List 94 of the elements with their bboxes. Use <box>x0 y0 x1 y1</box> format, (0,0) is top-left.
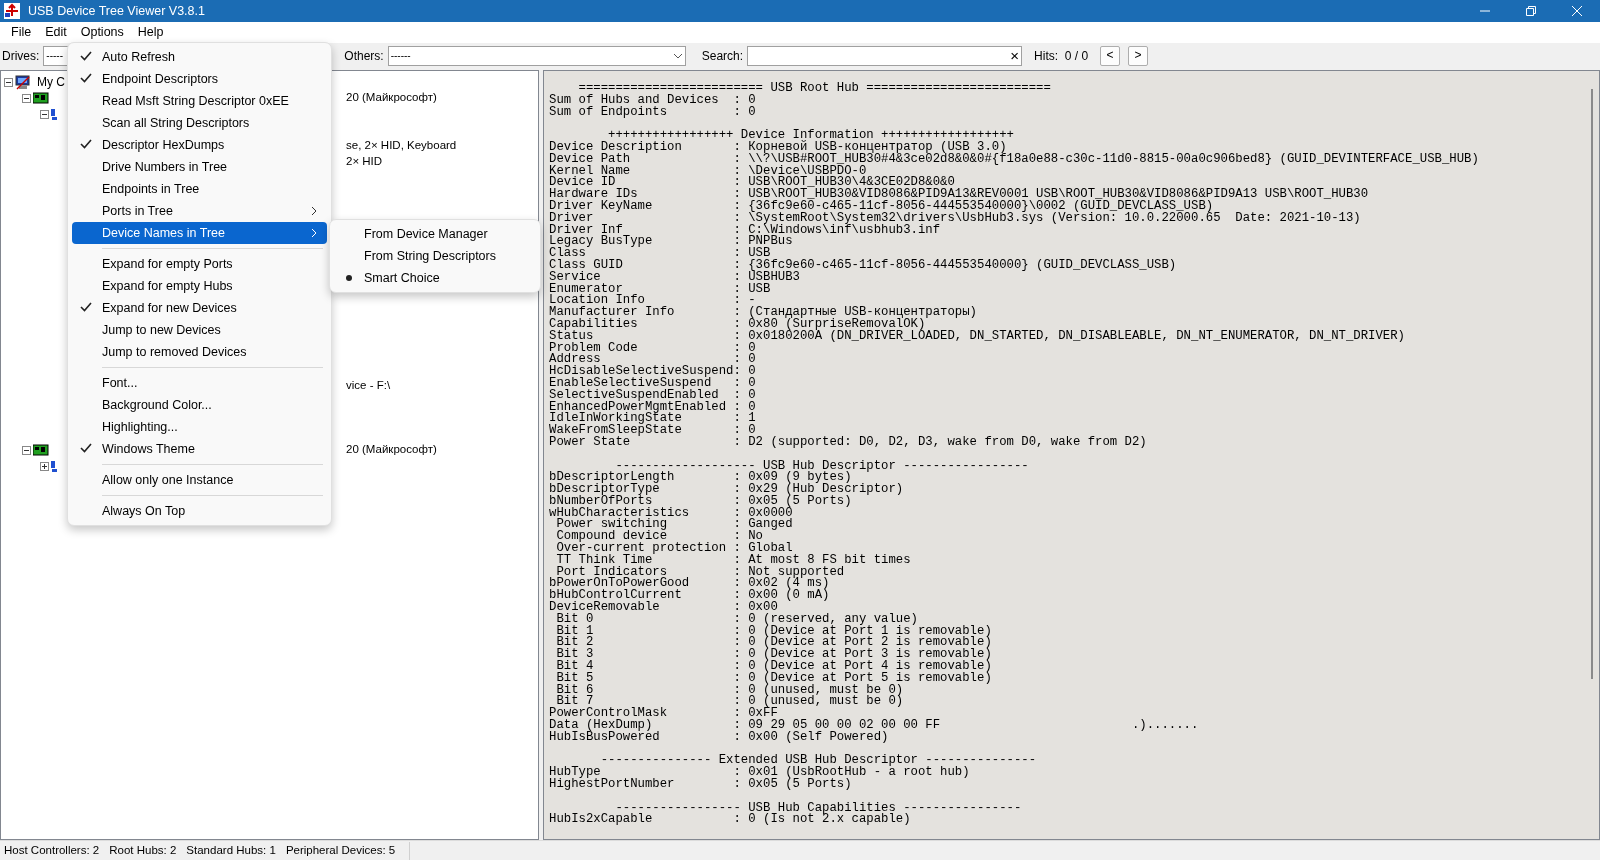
tree-item[interactable]: 20 (Майкрософт) <box>346 89 538 107</box>
detail-line: HubIsBusPowered : 0x00 (Self Powered) <box>549 731 889 744</box>
status-text: Peripheral Devices: 5 <box>285 843 396 859</box>
next-button[interactable]: > <box>1128 45 1149 66</box>
detail-line: Power State : D2 (supported: D0, D2, D3, wake from D0, wake from D2) <box>549 436 1147 449</box>
expand-icon[interactable] <box>40 461 49 471</box>
menu-bar-item[interactable]: Help <box>130 22 171 43</box>
collapse-icon[interactable] <box>22 445 31 455</box>
menu-item[interactable]: Descriptor HexDumps <box>72 134 327 156</box>
restore-icon <box>1526 6 1536 16</box>
detail-line: Sum of Hubs and Devices : 0 <box>549 94 756 107</box>
controller-card-icon <box>33 443 49 457</box>
detail-line: Bit 0 : 0 (reserved, any value) <box>555 613 918 626</box>
scrollbar[interactable] <box>1591 89 1593 679</box>
detail-line: Device Description : Корневой USB-концентратор (USB 3.0) <box>549 142 1007 154</box>
menu-item[interactable]: Device Names in Tree <box>72 222 327 244</box>
menu-item[interactable]: Always On Top <box>72 500 327 522</box>
detail-line: SelectiveSuspendEnabled : 0 <box>549 389 756 402</box>
menu-item[interactable]: Auto Refresh <box>72 46 327 68</box>
menu-item[interactable]: Expand for new Devices <box>72 297 327 319</box>
dropdown[interactable]: ------ <box>387 45 686 66</box>
tree-item[interactable]: My C <box>37 73 65 91</box>
detail-line: Over-current protection : Global <box>555 543 793 555</box>
detail-line: Status : 0x0180200A (DN_DRIVER_LOADED, DN_STARTED, DN_DISABLEABLE, DN_NT_ENUMERATOR, DN_NT_DRIVER) <box>549 330 1405 343</box>
window-title: USB Device Tree Viewer V3.8.1 <box>28 2 205 20</box>
chevron-down-icon <box>672 52 683 59</box>
tree-item[interactable]: vice - F:\ <box>346 377 538 395</box>
section-heading: ========================= USB Root Hub ========================= <box>577 83 1051 95</box>
menu-item[interactable]: Allow only one Instance <box>72 469 327 491</box>
usb-port-icon <box>51 107 57 121</box>
menu-item[interactable]: Expand for empty Hubs <box>72 275 327 297</box>
status-text: Host Controllers: 2 <box>4 843 100 859</box>
app-icon <box>4 3 20 19</box>
computer-icon <box>15 74 31 90</box>
menu-item[interactable]: Read Msft String Descriptor 0xEE <box>72 90 327 112</box>
menu-item[interactable]: Jump to new Devices <box>72 319 327 341</box>
detail-line: Service : USBHUB3 <box>549 271 800 284</box>
collapse-icon[interactable] <box>40 109 49 119</box>
menu-item[interactable]: Endpoint Descriptors <box>72 68 327 90</box>
detail-line: Class : USB <box>549 248 771 260</box>
menu-item[interactable]: Smart Choice <box>334 267 536 289</box>
close-icon <box>1572 6 1582 16</box>
menu-bar-item[interactable]: File <box>4 22 39 43</box>
detail-line: Bit 5 : 0 (Device at Port 5 is removable) <box>555 672 992 685</box>
detail-line: Manufacturer Info : (Стандартные USB-концентраторы) <box>549 307 977 319</box>
clear-button[interactable]: × <box>1010 46 1020 65</box>
detail-line: TT Think Time : At most 8 FS bit times <box>555 554 911 567</box>
menu-item[interactable]: Ports in Tree <box>72 200 327 222</box>
detail-line: Capabilities : 0x80 (SurpriseRemovalOK) <box>549 318 926 331</box>
menu-item[interactable]: Endpoints in Tree <box>72 178 327 200</box>
field-label: Others: <box>344 47 384 65</box>
tree-item[interactable]: se, 2× HID, Keyboard <box>346 137 538 155</box>
detail-line: Class GUID : {36fc9e60-c465-11cf-8056-444553540000} (GUID_DEVCLASS_USB) <box>549 259 1177 272</box>
status-text: Root Hubs: 2 <box>109 843 177 859</box>
menu-bar-item[interactable]: Options <box>73 22 131 43</box>
menu-item[interactable]: Highlighting... <box>72 416 327 438</box>
detail-line: Data (HexDump) : 09 29 05 00 00 02 00 00 FF .)....... <box>549 720 1199 732</box>
search-field[interactable]: × <box>747 45 1023 66</box>
menu-item[interactable]: Expand for empty Ports <box>72 253 327 275</box>
detail-line: Driver KeyName : {36fc9e60-c465-11cf-8056-444553540000}\0002 (GUID_DEVCLASS_USB) <box>549 200 1214 213</box>
tree-item[interactable]: 2× HID <box>346 153 538 171</box>
field-label: Drives: <box>2 47 40 65</box>
menu-item[interactable]: Scan all String Descriptors <box>72 112 327 134</box>
detail-line: DeviceRemovable : 0x00 <box>549 602 778 614</box>
collapse-icon[interactable] <box>22 93 31 103</box>
detail-line: bDescriptorType : 0x29 (Hub Descriptor) <box>549 484 904 496</box>
detail-line: HubIs2xCapable : 0 (Is not 2.x capable) <box>549 814 911 827</box>
field-label: Search: <box>701 47 744 65</box>
detail-line: Bit 4 : 0 (Device at Port 4 is removable) <box>555 661 992 673</box>
detail-line: Driver : \SystemRoot\System32\drivers\UsbHub3.sys (Version: 10.0.22000.65 Date: 2021-10-13) <box>549 212 1361 225</box>
menu-bar-item[interactable]: Edit <box>38 22 74 43</box>
tree-item[interactable]: 20 (Майкрософт) <box>346 441 538 459</box>
status-text: Standard Hubs: 1 <box>186 843 276 859</box>
detail-line: HcDisableSelectiveSuspend: 0 <box>549 366 756 378</box>
collapse-icon[interactable] <box>4 77 13 87</box>
detail-line: Sum of Endpoints : 0 <box>549 106 756 119</box>
menu-item[interactable]: Drive Numbers in Tree <box>72 156 327 178</box>
menu-item[interactable]: Font... <box>72 372 327 394</box>
menu-item[interactable]: Windows Theme <box>72 438 327 460</box>
previous-button[interactable]: < <box>1100 45 1121 66</box>
detail-line: bNumberOfPorts : 0x05 (5 Ports) <box>549 495 852 508</box>
hits-counter: Hits: 0 / 0 <box>1034 47 1089 65</box>
menu-item[interactable]: From Device Manager <box>334 223 536 245</box>
detail-line: WakeFromSleepState : 0 <box>549 425 756 437</box>
usb-port-icon <box>51 459 57 473</box>
menu-item[interactable]: From String Descriptors <box>334 245 536 267</box>
detail-line: Device Path : \\?\USB#ROOT_HUB30#4&3ce02d8&0&0#{f18a0e88-c30c-11d0-8815-00a0c906bed8} (GUID_DEVINTERFACE_USB_HUB) <box>549 153 1479 166</box>
menu-item[interactable]: Jump to removed Devices <box>72 341 327 363</box>
detail-line: HubType : 0x01 (UsbRootHub - a root hub) <box>549 767 970 779</box>
controller-card-icon <box>33 91 49 105</box>
menu-item[interactable]: Background Color... <box>72 394 327 416</box>
detail-line: EnableSelectiveSuspend : 0 <box>549 377 756 390</box>
detail-line: Hardware IDs : USB\ROOT_HUB30&VID8086&PID9A13&REV0001 USB\ROOT_HUB30&VID8086&PID9A13 USB\ROOT_HUB30 <box>549 189 1369 201</box>
detail-line: HighestPortNumber : 0x05 (5 Ports) <box>549 779 852 791</box>
